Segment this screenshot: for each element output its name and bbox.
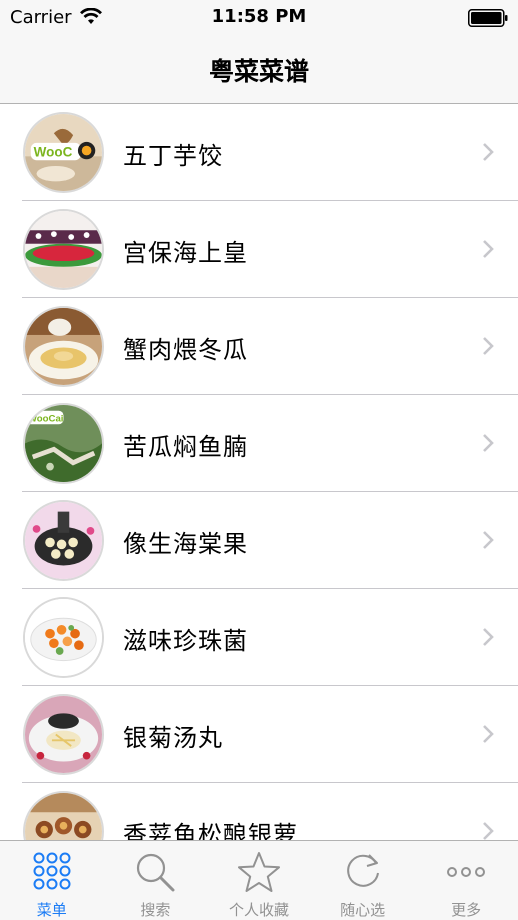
status-time: 11:58 PM xyxy=(211,6,307,27)
recipe-thumbnail xyxy=(23,694,104,775)
more-icon xyxy=(445,851,487,897)
tab-menu[interactable]: 菜单 xyxy=(0,841,104,920)
tab-label: 个人收藏 xyxy=(228,901,289,919)
svg-text:WooC: WooC xyxy=(34,144,73,159)
chevron-right-icon xyxy=(482,627,494,651)
svg-text:WooCai: WooCai xyxy=(28,413,64,424)
recipe-name: 银菊汤丸 xyxy=(123,724,223,752)
recipe-name: 苦瓜焖鱼腩 xyxy=(123,433,248,461)
search-icon xyxy=(134,851,176,897)
chevron-right-icon xyxy=(482,530,494,554)
recipe-row[interactable]: 滋味珍珠菌 xyxy=(0,589,518,686)
recipe-row[interactable]: 宫保海上皇 xyxy=(0,201,518,298)
recipe-row[interactable]: 像生海棠果 xyxy=(0,492,518,589)
tab-label: 随心选 xyxy=(340,901,386,919)
recipe-row[interactable]: 香荽鱼松酿银萝 xyxy=(0,783,518,840)
tab-bar: 菜单 搜索 个人收藏 随心选 更多 xyxy=(0,840,518,920)
recipe-name: 五丁芋饺 xyxy=(123,142,223,170)
recipe-thumbnail xyxy=(23,791,104,840)
refresh-icon xyxy=(342,851,384,897)
tab-label: 更多 xyxy=(451,901,482,919)
grid-dots-icon xyxy=(32,851,72,895)
recipe-thumbnail xyxy=(23,597,104,678)
star-icon xyxy=(237,851,280,897)
tab-random[interactable]: 随心选 xyxy=(311,841,415,920)
tab-label: 搜索 xyxy=(140,901,171,919)
tab-more[interactable]: 更多 xyxy=(414,841,518,920)
tab-search[interactable]: 搜索 xyxy=(104,841,208,920)
recipe-thumbnail xyxy=(23,209,104,290)
recipe-thumbnail: WooC xyxy=(23,112,104,193)
recipe-row[interactable]: WooCai 苦瓜焖鱼腩 xyxy=(0,395,518,492)
chevron-right-icon xyxy=(482,433,494,457)
battery-icon xyxy=(468,9,508,31)
recipe-name: 香荽鱼松酿银萝 xyxy=(123,821,298,840)
page-title: 粤菜菜谱 xyxy=(208,57,309,86)
recipe-row[interactable]: 蟹肉煨冬瓜 xyxy=(0,298,518,395)
recipe-thumbnail xyxy=(23,500,104,581)
recipe-list[interactable]: WooC 五丁芋饺 宫保海上皇 蟹肉煨冬瓜 WooCai 苦瓜焖鱼腩 像生海棠果… xyxy=(0,104,518,840)
status-bar: Carrier 11:58 PM xyxy=(0,0,518,36)
recipe-name: 宫保海上皇 xyxy=(123,239,248,267)
recipe-name: 滋味珍珠菌 xyxy=(123,627,248,655)
recipe-row[interactable]: 银菊汤丸 xyxy=(0,686,518,783)
recipe-thumbnail xyxy=(23,306,104,387)
navigation-bar: 粤菜菜谱 xyxy=(0,36,518,104)
chevron-right-icon xyxy=(482,336,494,360)
recipe-row[interactable]: WooC 五丁芋饺 xyxy=(0,104,518,201)
tab-label: 菜单 xyxy=(36,901,67,919)
chevron-right-icon xyxy=(482,142,494,166)
recipe-thumbnail: WooCai xyxy=(23,403,104,484)
chevron-right-icon xyxy=(482,239,494,263)
chevron-right-icon xyxy=(482,821,494,840)
chevron-right-icon xyxy=(482,724,494,748)
recipe-name: 像生海棠果 xyxy=(123,530,248,558)
tab-favorites[interactable]: 个人收藏 xyxy=(207,841,311,920)
recipe-name: 蟹肉煨冬瓜 xyxy=(123,336,248,364)
